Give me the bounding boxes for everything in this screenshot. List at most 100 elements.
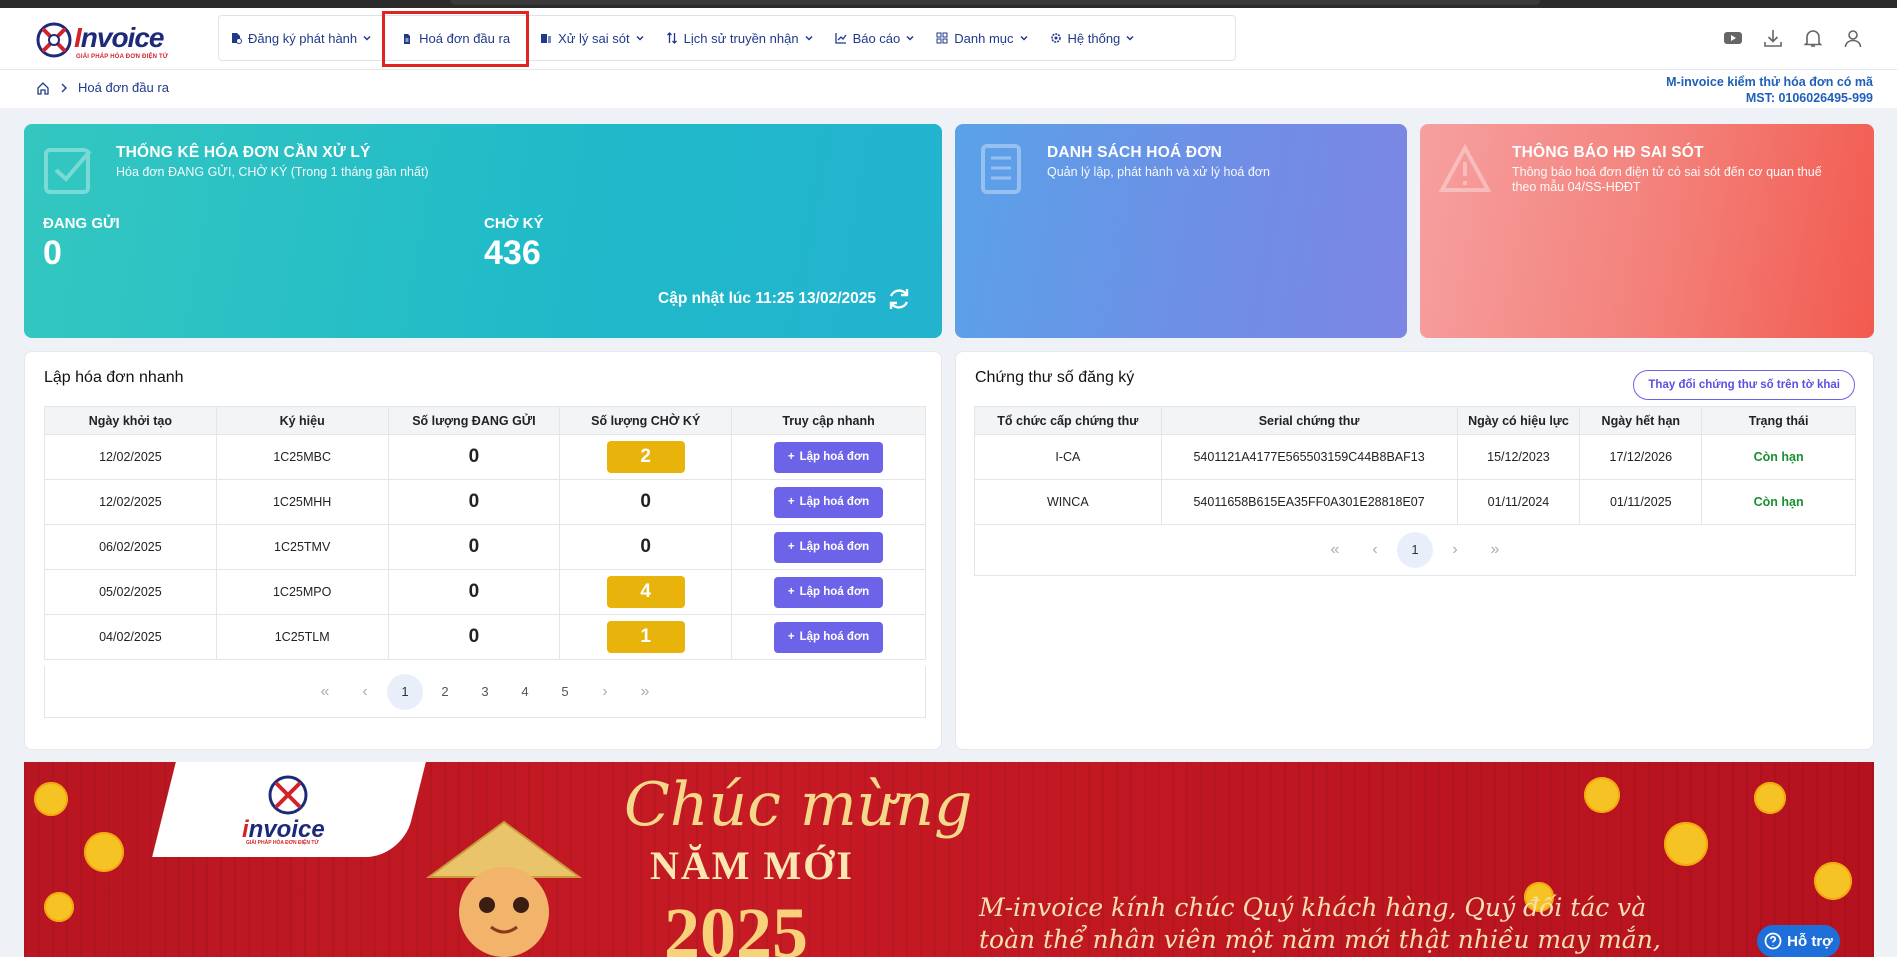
- change-certificate-button[interactable]: Thay đổi chứng thư số trên tờ khai: [1633, 370, 1855, 400]
- app-header: Invoice GIẢI PHÁP HÓA ĐƠN ĐIỆN TỬ Đăng k…: [0, 8, 1897, 70]
- header-tools: [1723, 28, 1863, 48]
- column-header[interactable]: Số lượng CHỜ KÝ: [559, 406, 733, 435]
- valid-from-cell: 01/11/2024: [1456, 479, 1581, 525]
- browser-top-strip: [0, 0, 1897, 8]
- chevron-down-icon: [805, 35, 813, 41]
- org-cell: I-CA: [974, 434, 1162, 480]
- create-invoice-button[interactable]: + Lập hoá đơn: [774, 531, 884, 563]
- create-invoice-button[interactable]: + Lập hoá đơn: [774, 576, 884, 608]
- updated-time-label: Cập nhật lúc 11:25 13/02/2025: [658, 290, 876, 307]
- last-page-button[interactable]: »: [1475, 532, 1515, 568]
- chart-icon: [834, 33, 847, 44]
- quick-pagination: « ‹ 1 2 3 4 5 › »: [44, 666, 926, 718]
- transfer-arrows-icon: [666, 32, 677, 44]
- page-button[interactable]: 4: [505, 674, 545, 710]
- column-header[interactable]: Ký hiệu: [215, 406, 389, 435]
- breadcrumb-current[interactable]: Hoá đơn đầu ra: [78, 80, 169, 95]
- menu-label: Lịch sử truyền nhận: [683, 30, 799, 46]
- new-year-banner[interactable]: invoice GIẢI PHÁP HÓA ĐƠN ĐIỆN TỬ Chúc m…: [24, 762, 1874, 957]
- download-icon[interactable]: [1763, 28, 1783, 48]
- create-invoice-label: Lập hoá đơn: [799, 631, 870, 643]
- create-invoice-label: Lập hoá đơn: [799, 541, 870, 553]
- column-header[interactable]: Serial chứng thư: [1160, 406, 1458, 435]
- column-header[interactable]: Số lượng ĐANG GỬI: [387, 406, 561, 435]
- table-row[interactable]: 06/02/2025 1C25TMV 0 0 + Lập hoá đơn: [44, 524, 926, 570]
- quick-access-cell: + Lập hoá đơn: [731, 434, 926, 480]
- table-row[interactable]: 12/02/2025 1C25MBC 0 2 + Lập hoá đơn: [44, 434, 926, 480]
- pending-badge[interactable]: 1: [606, 621, 685, 653]
- table-row[interactable]: WINCA 54011658B615EA35FF0A301E28818E07 0…: [974, 479, 1856, 525]
- sending-value: 0: [43, 234, 62, 272]
- chevron-down-icon: [906, 35, 914, 41]
- column-header[interactable]: Trạng thái: [1701, 406, 1856, 435]
- pending-badge[interactable]: 2: [606, 441, 685, 473]
- menu-hoa-don-dau-ra[interactable]: Hoá đơn đầu ra: [382, 10, 530, 67]
- page-button[interactable]: 1: [1397, 531, 1433, 568]
- invoice-file-icon: [404, 33, 411, 44]
- invoice-list-card-subtitle: Quản lý lập, phát hành và xử lý hoá đơn: [1047, 165, 1270, 179]
- breadcrumb-bar: Hoá đơn đầu ra M-invoice kiểm thử hóa đơ…: [0, 70, 1897, 108]
- menu-dang-ky-phat-hanh[interactable]: Đăng ký phát hành: [219, 16, 382, 60]
- next-page-button[interactable]: ›: [585, 674, 625, 710]
- sending-count-cell: 0: [387, 524, 561, 570]
- pending-count-cell: 4: [559, 569, 733, 615]
- menu-bao-cao[interactable]: Báo cáo: [824, 16, 926, 60]
- column-header[interactable]: Tổ chức cấp chứng thư: [974, 406, 1162, 435]
- page-button[interactable]: 2: [425, 674, 465, 710]
- bell-icon[interactable]: [1803, 28, 1823, 48]
- support-button[interactable]: Hỗ trợ: [1757, 925, 1840, 957]
- symbol-cell: 1C25MHH: [215, 479, 389, 525]
- home-icon[interactable]: [36, 81, 50, 95]
- invoice-list-card-title: DANH SÁCH HOÁ ĐƠN: [1047, 144, 1223, 161]
- last-page-button[interactable]: »: [625, 674, 665, 710]
- pending-badge[interactable]: 4: [606, 576, 685, 608]
- banner-message-line: toàn thể nhân viên một năm mới thật nhiề…: [979, 925, 1661, 954]
- menu-danh-muc[interactable]: Danh mục: [925, 16, 1038, 60]
- table-row[interactable]: 05/02/2025 1C25MPO 0 4 + Lập hoá đơn: [44, 569, 926, 615]
- refresh-icon[interactable]: [886, 286, 912, 312]
- menu-label: Hệ thống: [1067, 30, 1121, 46]
- user-icon[interactable]: [1843, 28, 1863, 48]
- symbol-cell: 1C25TLM: [215, 614, 389, 660]
- column-header[interactable]: Ngày có hiệu lực: [1456, 406, 1581, 435]
- menu-he-thong[interactable]: Hệ thống: [1039, 16, 1146, 60]
- page-button[interactable]: 1: [387, 673, 423, 710]
- status-cell: Còn hạn: [1701, 479, 1856, 525]
- symbol-cell: 1C25MPO: [215, 569, 389, 615]
- logo[interactable]: Invoice GIẢI PHÁP HÓA ĐƠN ĐIỆN TỬ: [36, 20, 186, 60]
- plus-icon: +: [787, 631, 795, 643]
- error-notice-card[interactable]: THÔNG BÁO HĐ SAI SÓT Thông báo hoá đơn đ…: [1420, 124, 1874, 338]
- youtube-icon[interactable]: [1723, 28, 1743, 48]
- certificates-panel: Chứng thư số đăng ký Thay đổi chứng thư …: [955, 351, 1874, 750]
- first-page-button[interactable]: «: [305, 674, 345, 710]
- certificates-table: Tổ chức cấp chứng thư Serial chứng thư N…: [974, 406, 1856, 525]
- page-button[interactable]: 3: [465, 674, 505, 710]
- column-header[interactable]: Ngày khởi tạo: [44, 406, 217, 435]
- create-invoice-button[interactable]: + Lập hoá đơn: [774, 441, 884, 473]
- table-row[interactable]: 04/02/2025 1C25TLM 0 1 + Lập hoá đơn: [44, 614, 926, 660]
- plus-icon: +: [787, 451, 795, 463]
- prev-page-button[interactable]: ‹: [1355, 532, 1395, 568]
- sending-label: ĐANG GỬI: [43, 215, 120, 232]
- prev-page-button[interactable]: ‹: [345, 674, 385, 710]
- sending-count-cell: 0: [387, 614, 561, 660]
- stats-card-subtitle: Hóa đơn ĐANG GỬI, CHỜ KÝ (Trong 1 tháng …: [116, 165, 429, 179]
- table-row[interactable]: 12/02/2025 1C25MHH 0 0 + Lập hoá đơn: [44, 479, 926, 525]
- table-row[interactable]: I-CA 5401121A4177E565503159C44B8BAF13 15…: [974, 434, 1856, 480]
- menu-xu-ly-sai-sot[interactable]: Xử lý sai sót: [529, 16, 655, 60]
- next-page-button[interactable]: ›: [1435, 532, 1475, 568]
- org-cell: WINCA: [974, 479, 1162, 525]
- blossom-decoration: [44, 892, 74, 922]
- sending-count-cell: 0: [387, 479, 561, 525]
- stats-card[interactable]: THỐNG KÊ HÓA ĐƠN CẦN XỬ LÝ Hóa đơn ĐANG …: [24, 124, 942, 338]
- create-invoice-button[interactable]: + Lập hoá đơn: [774, 621, 884, 653]
- create-invoice-button[interactable]: + Lập hoá đơn: [774, 486, 884, 518]
- menu-lich-su-truyen-nhan[interactable]: Lịch sử truyền nhận: [655, 16, 824, 60]
- column-header[interactable]: Ngày hết hạn: [1579, 406, 1703, 435]
- first-page-button[interactable]: «: [1315, 532, 1355, 568]
- page-button[interactable]: 5: [545, 674, 585, 710]
- certificates-pagination: « ‹ 1 › »: [974, 524, 1856, 576]
- invoice-list-card[interactable]: DANH SÁCH HOÁ ĐƠN Quản lý lập, phát hành…: [955, 124, 1407, 338]
- create-invoice-label: Lập hoá đơn: [799, 451, 870, 463]
- banner-message-line: M-invoice kính chúc Quý khách hàng, Quý …: [979, 893, 1647, 922]
